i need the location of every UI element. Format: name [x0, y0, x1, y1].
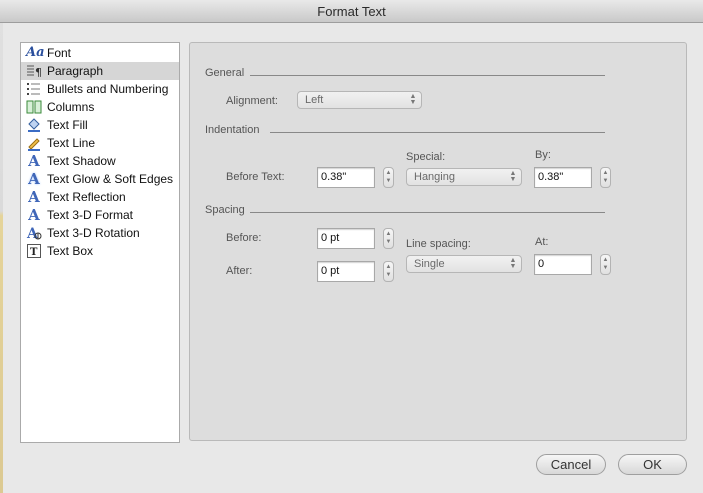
sidebar-item-text-3d-rotation[interactable]: A Text 3-D Rotation [21, 224, 179, 242]
popup-arrows-icon: ▲ ▼ [509, 170, 517, 183]
indentation-heading: Indentation [205, 124, 260, 136]
sidebar-item-text-box[interactable]: T Text Box [21, 242, 179, 260]
at-field[interactable]: 0 [534, 254, 592, 275]
sidebar-item-columns[interactable]: Columns [21, 98, 179, 116]
svg-text:¶: ¶ [35, 66, 42, 79]
sidebar-item-text-line[interactable]: Text Line [21, 134, 179, 152]
special-label: Special: [406, 151, 446, 163]
category-list[interactable]: Aa Font ¶ Paragraph Bullets and Numberin… [20, 42, 180, 443]
at-label: At: [535, 236, 549, 248]
sidebar-item-text-fill[interactable]: Text Fill [21, 116, 179, 134]
by-label: By: [535, 149, 551, 161]
before-text-label: Before Text: [226, 171, 285, 183]
general-divider [250, 75, 605, 76]
stepper-down-icon[interactable]: ▼ [601, 177, 610, 186]
before-text-stepper[interactable]: ▲ ▼ [383, 167, 394, 188]
sidebar-item-text-shadow[interactable]: A Text Shadow [21, 152, 179, 170]
after-spacing-stepper[interactable]: ▲ ▼ [383, 261, 394, 282]
indentation-divider [270, 132, 605, 133]
paragraph-settings-panel: General Alignment: Left ▲ ▼ Indentation S… [189, 42, 687, 441]
sidebar-item-label: Text Line [47, 136, 96, 150]
stepper-down-icon[interactable]: ▼ [384, 177, 393, 186]
sidebar-item-label: Columns [47, 100, 95, 114]
sidebar-item-label: Text Fill [47, 118, 88, 132]
popup-arrows-icon: ▲ ▼ [409, 93, 417, 106]
sidebar-item-label: Text Glow & Soft Edges [47, 172, 174, 186]
sidebar-item-paragraph[interactable]: ¶ Paragraph [21, 62, 179, 80]
bullets-icon [26, 81, 42, 97]
before-spacing-stepper[interactable]: ▲ ▼ [383, 228, 394, 249]
by-stepper[interactable]: ▲ ▼ [600, 167, 611, 188]
columns-icon [26, 99, 42, 115]
sidebar-item-label: Font [47, 46, 72, 60]
window-title: Format Text [0, 0, 703, 23]
text-reflection-icon: A [28, 188, 40, 206]
sidebar-item-font[interactable]: Aa Font [21, 44, 179, 62]
before-text-field[interactable]: 0.38" [317, 167, 375, 188]
text-3d-rotation-icon: A [26, 225, 42, 242]
sidebar-item-text-reflection[interactable]: A Text Reflection [21, 188, 179, 206]
sidebar-item-label: Text 3-D Format [47, 208, 134, 222]
before-spacing-field[interactable]: 0 pt [317, 228, 375, 249]
pencil-icon [26, 135, 42, 151]
line-spacing-label: Line spacing: [406, 238, 471, 250]
after-label: After: [226, 265, 253, 277]
stepper-down-icon[interactable]: ▼ [601, 264, 610, 273]
sidebar-item-text-glow-soft-edges[interactable]: A Text Glow & Soft Edges [21, 170, 179, 188]
sidebar-item-label: Text Shadow [47, 154, 116, 168]
general-heading: General [205, 67, 245, 79]
text-glow-icon: A [28, 170, 40, 188]
stepper-down-icon[interactable]: ▼ [384, 238, 393, 247]
sidebar-item-label: Text Box [47, 244, 94, 258]
alignment-label: Alignment: [226, 95, 278, 107]
text-box-icon: T [26, 243, 42, 259]
line-spacing-value: Single [414, 258, 445, 270]
stepper-down-icon[interactable]: ▼ [384, 271, 393, 280]
paint-bucket-icon [26, 117, 42, 133]
before-label: Before: [226, 232, 262, 244]
spacing-divider [250, 212, 605, 213]
text-shadow-icon: A [28, 152, 40, 170]
popup-arrows-icon: ▲ ▼ [509, 257, 517, 270]
sidebar-item-bullets-and-numbering[interactable]: Bullets and Numbering [21, 80, 179, 98]
svg-text:T: T [30, 247, 38, 258]
line-spacing-popup[interactable]: Single ▲ ▼ [406, 255, 522, 273]
font-icon: Aa [26, 45, 45, 60]
paragraph-icon: ¶ [26, 63, 42, 79]
cancel-button[interactable]: Cancel [536, 454, 606, 475]
ok-button[interactable]: OK [618, 454, 687, 475]
alignment-value: Left [305, 94, 324, 106]
alignment-popup[interactable]: Left ▲ ▼ [297, 91, 422, 109]
sidebar-item-label: Paragraph [47, 64, 104, 78]
sidebar-item-label: Text Reflection [47, 190, 126, 204]
background-window-edge [0, 23, 3, 493]
text-3d-format-icon: A [28, 206, 40, 224]
spacing-heading: Spacing [205, 204, 245, 216]
sidebar-item-label: Bullets and Numbering [47, 82, 169, 96]
sidebar-item-label: Text 3-D Rotation [47, 226, 140, 240]
at-stepper[interactable]: ▲ ▼ [600, 254, 611, 275]
special-value: Hanging [414, 171, 455, 183]
special-popup[interactable]: Hanging ▲ ▼ [406, 168, 522, 186]
format-text-dialog: Format Text Aa Font ¶ Paragraph Bullets … [0, 0, 703, 493]
sidebar-item-text-3d-format[interactable]: A Text 3-D Format [21, 206, 179, 224]
after-spacing-field[interactable]: 0 pt [317, 261, 375, 282]
by-field[interactable]: 0.38" [534, 167, 592, 188]
